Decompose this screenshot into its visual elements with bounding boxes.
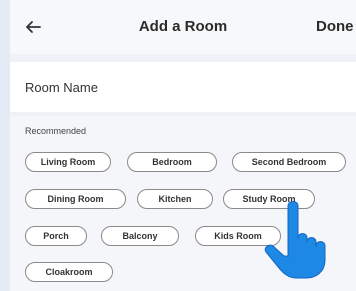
divider (10, 54, 356, 62)
chip-living-room[interactable]: Living Room (25, 152, 111, 172)
add-room-screen: Add a Room Done Room Name Recommended Li… (10, 0, 356, 291)
room-name-label: Room Name (25, 80, 98, 95)
page-title: Add a Room (138, 18, 228, 35)
chip-second-bedroom[interactable]: Second Bedroom (232, 152, 346, 172)
chip-balcony[interactable]: Balcony (101, 226, 179, 246)
room-name-field[interactable]: Room Name (10, 62, 356, 112)
chip-kitchen[interactable]: Kitchen (137, 189, 213, 209)
chip-dining-room[interactable]: Dining Room (25, 189, 126, 209)
chip-cloakroom[interactable]: Cloakroom (25, 262, 113, 282)
chip-bedroom[interactable]: Bedroom (127, 152, 217, 172)
pointing-hand-icon (264, 201, 326, 279)
done-button[interactable]: Done (316, 18, 354, 35)
recommended-label: Recommended (25, 126, 87, 136)
chip-porch[interactable]: Porch (25, 226, 87, 246)
header-bar: Add a Room Done (10, 0, 356, 54)
